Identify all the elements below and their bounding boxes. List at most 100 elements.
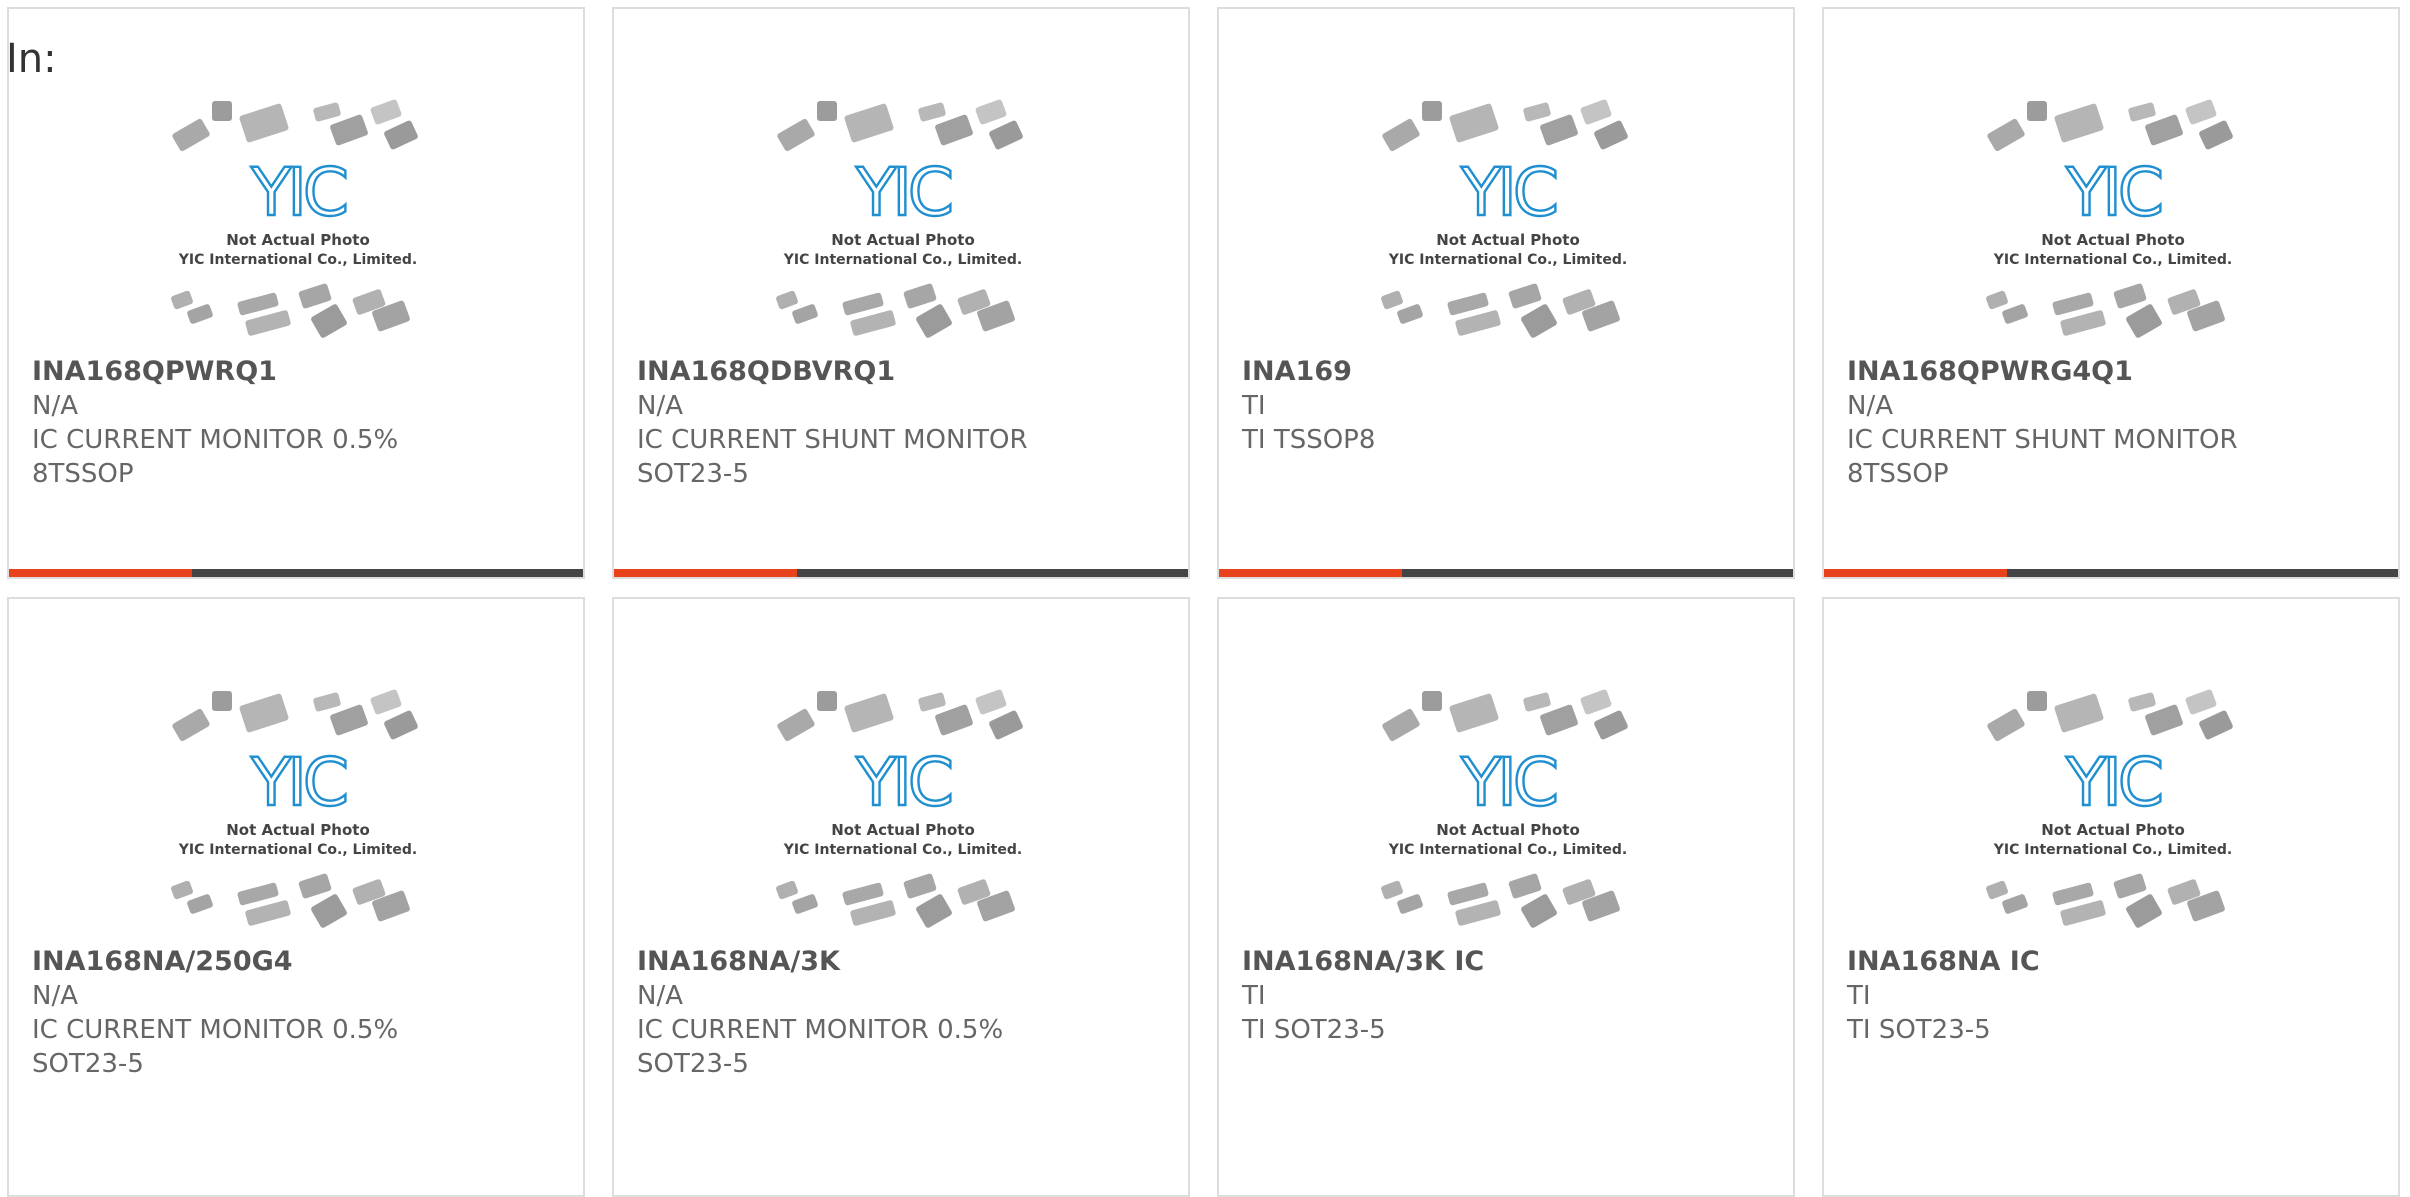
product-photo-placeholder: YIC Not Actual Photo YIC International Co.… (1374, 687, 1642, 929)
chip-icon (298, 873, 332, 899)
product-photo-placeholder: YIC Not Actual Photo YIC International Co.… (1979, 687, 2247, 929)
chip-icon (1422, 691, 1442, 711)
chip-icon (918, 102, 946, 122)
chip-icon (2054, 693, 2104, 733)
chip-icon (1455, 900, 1501, 926)
description: IC CURRENT MONITOR 0.5% (32, 1015, 399, 1045)
manufacturer: TI (1847, 981, 1871, 1011)
part-number[interactable]: INA168QPWRG4Q1 (1847, 355, 2378, 389)
chip-icon (1381, 880, 1403, 900)
chip-icon (1594, 710, 1628, 740)
chip-icon (2060, 900, 2106, 926)
chip-icon (237, 882, 279, 906)
chip-icon (1449, 103, 1499, 143)
chip-icon (171, 290, 193, 310)
company-name-text: YIC International Co., Limited. (783, 252, 1022, 268)
chip-icon (903, 873, 937, 899)
chip-icon (1594, 120, 1628, 150)
part-number[interactable]: INA168QPWRQ1 (32, 355, 563, 389)
placeholder-artwork: YICNot Actual Photo YIC International Co.… (776, 99, 1023, 338)
description: TI SOT23-5 (1242, 1015, 1386, 1045)
chip-icon (239, 103, 289, 143)
chip-icon (384, 120, 418, 150)
manufacturer: N/A (637, 981, 683, 1011)
chip-icon (2052, 292, 2094, 316)
company-name-text: YIC International Co., Limited. (178, 252, 417, 268)
description: IC CURRENT MONITOR 0.5% (32, 425, 399, 455)
card-footer-bar (9, 569, 583, 577)
chip-icon (1449, 693, 1499, 733)
filter-label: In: (6, 36, 57, 82)
chip-icon (311, 304, 347, 338)
chip-icon (975, 689, 1007, 715)
chip-icon (1987, 118, 2025, 152)
company-name-text: YIC International Co., Limited. (1388, 252, 1627, 268)
chip-icon (935, 704, 973, 736)
chip-icon (1397, 304, 1423, 324)
product-card[interactable]: YIC Not Actual Photo YIC International Co.… (1217, 7, 1795, 579)
chip-icon (2145, 704, 2183, 736)
chip-icon (2060, 310, 2106, 336)
chip-icon (844, 693, 894, 733)
chip-icon (1447, 292, 1489, 316)
product-card[interactable]: YIC Not Actual Photo YIC International Co.… (612, 597, 1190, 1197)
chip-icon (2027, 101, 2047, 121)
card-accent-bar (1219, 569, 1402, 577)
chip-icon (2054, 103, 2104, 143)
chip-icon (187, 894, 213, 914)
product-card[interactable]: YIC Not Actual Photo YIC International Co.… (1822, 7, 2400, 579)
chip-icon (384, 710, 418, 740)
manufacturer: TI (1242, 391, 1266, 421)
yic-logo: YIC (855, 154, 951, 231)
product-photo-placeholder: YIC Not Actual Photo YIC International Co.… (769, 687, 1037, 929)
product-card[interactable]: YIC Not Actual Photo YIC International Co.… (7, 7, 585, 579)
chip-icon (2027, 691, 2047, 711)
chip-icon (1381, 290, 1403, 310)
company-name-text: YIC International Co., Limited. (1388, 842, 1627, 858)
chip-icon (2128, 692, 2156, 712)
manufacturer: N/A (1847, 391, 1893, 421)
card-footer-bar (1219, 569, 1793, 577)
product-photo-placeholder: YIC Not Actual Photo YIC International Co.… (1374, 97, 1642, 339)
product-card[interactable]: YIC Not Actual Photo YIC International Co.… (1822, 597, 2400, 1197)
card-accent-bar (1824, 569, 2007, 577)
chip-icon (171, 880, 193, 900)
part-number[interactable]: INA169 (1242, 355, 1773, 389)
product-photo-placeholder: YIC Not Actual Photo YIC International Co.… (164, 687, 432, 929)
product-card[interactable]: YIC Not Actual Photo YIC International Co.… (1217, 597, 1795, 1197)
chip-icon (792, 894, 818, 914)
chip-icon (989, 120, 1023, 150)
chip-icon (792, 304, 818, 324)
chip-icon (916, 304, 952, 338)
description: TI TSSOP8 (1242, 425, 1376, 455)
not-actual-photo-text: Not Actual Photo (226, 231, 370, 249)
part-number[interactable]: INA168NA/3K IC (1242, 945, 1773, 979)
placeholder-artwork: YICNot Actual Photo YIC International Co.… (1381, 689, 1628, 928)
part-number[interactable]: INA168QDBVRQ1 (637, 355, 1168, 389)
chip-icon (850, 310, 896, 336)
product-card[interactable]: YIC Not Actual Photo YIC International Co.… (7, 597, 585, 1197)
not-actual-photo-text: Not Actual Photo (1436, 231, 1580, 249)
chip-icon (777, 118, 815, 152)
card-footer-bar (614, 569, 1188, 577)
part-number[interactable]: INA168NA/3K (637, 945, 1168, 979)
chip-icon (1580, 689, 1612, 715)
not-actual-photo-text: Not Actual Photo (831, 821, 975, 839)
chip-icon (2199, 120, 2233, 150)
product-photo-placeholder: YIC Not Actual Photo YIC International Co.… (769, 97, 1037, 339)
chip-icon (212, 691, 232, 711)
chip-icon (1540, 114, 1578, 146)
chip-icon (903, 283, 937, 309)
yic-logo: YIC (250, 154, 346, 231)
yic-logo: YIC (2065, 744, 2161, 821)
chip-icon (2145, 114, 2183, 146)
part-number[interactable]: INA168NA/250G4 (32, 945, 563, 979)
part-number[interactable]: INA168NA IC (1847, 945, 2378, 979)
chip-icon (1422, 101, 1442, 121)
chip-icon (2199, 710, 2233, 740)
chip-icon (245, 900, 291, 926)
package: SOT23-5 (32, 1049, 144, 1079)
chip-icon (777, 708, 815, 742)
product-card[interactable]: YIC Not Actual Photo YIC International Co.… (612, 7, 1190, 579)
description: IC CURRENT SHUNT MONITOR (637, 425, 1028, 455)
